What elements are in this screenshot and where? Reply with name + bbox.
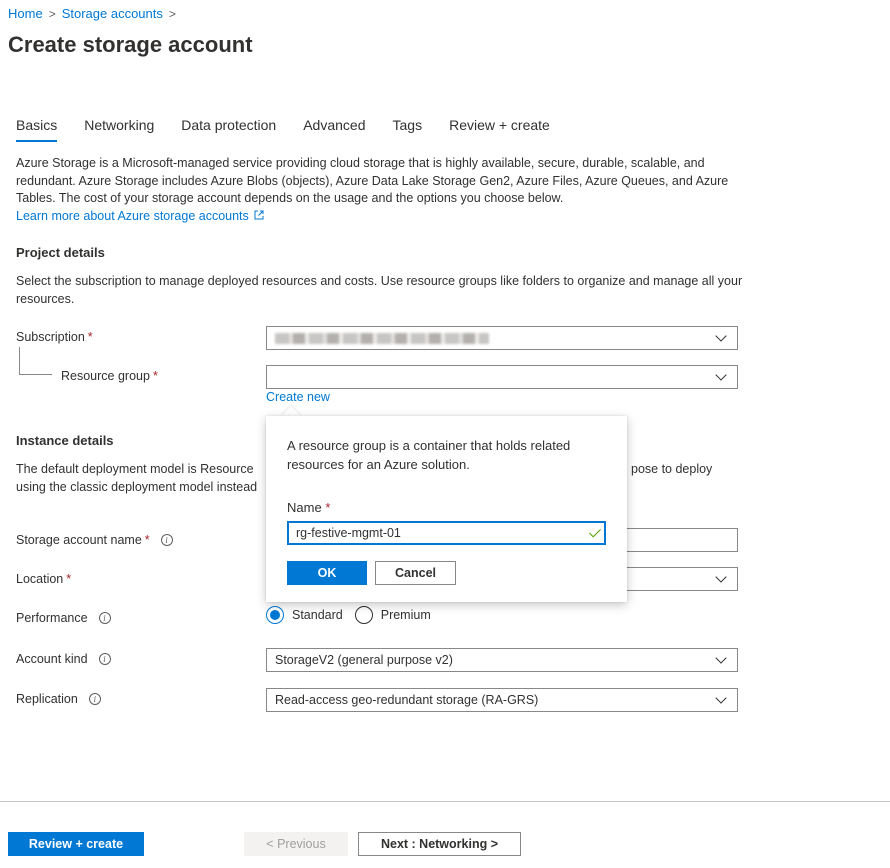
tab-bar: Basics Networking Data protection Advanc… (16, 117, 577, 142)
tab-data-protection[interactable]: Data protection (181, 117, 276, 142)
instance-desc-right: pose to deploy (631, 462, 713, 476)
required-asterisk: * (325, 500, 331, 515)
subscription-value-redacted (275, 332, 489, 344)
learn-more-label: Learn more about Azure storage accounts (16, 208, 249, 223)
subscription-label: Subscription * (16, 330, 93, 344)
resource-group-name-value: rg-festive-mgmt-01 (296, 526, 401, 540)
cancel-button[interactable]: Cancel (375, 561, 456, 585)
account-kind-label: Account kind i (16, 652, 111, 666)
performance-radio-group: Standard Premium (266, 606, 431, 624)
required-asterisk: * (87, 330, 93, 344)
breadcrumb: Home > Storage accounts > (8, 6, 176, 21)
info-icon[interactable]: i (160, 534, 173, 546)
external-link-icon (254, 210, 264, 219)
breadcrumb-home-link[interactable]: Home (8, 6, 43, 21)
review-create-button[interactable]: Review + create (8, 832, 144, 856)
chevron-down-icon (715, 652, 727, 664)
required-asterisk: * (152, 369, 158, 383)
instance-desc-left: The default deployment model is Resource… (16, 461, 276, 496)
location-label: Location * (16, 572, 71, 586)
subscription-label-text: Subscription (16, 330, 85, 344)
instance-desc-line1: The default deployment model is Resource (16, 462, 254, 476)
tab-review-create[interactable]: Review + create (449, 117, 550, 142)
required-asterisk: * (66, 572, 72, 586)
create-resource-group-popup: A resource group is a container that hol… (266, 416, 627, 602)
tab-tags[interactable]: Tags (393, 117, 423, 142)
checkmark-icon (588, 524, 602, 538)
page-title: Create storage account (8, 32, 253, 57)
tab-advanced[interactable]: Advanced (303, 117, 365, 142)
replication-value: Read-access geo-redundant storage (RA-GR… (275, 693, 539, 707)
project-details-heading: Project details (16, 245, 105, 260)
location-label-text: Location (16, 572, 64, 586)
learn-more-link[interactable]: Learn more about Azure storage accounts (16, 209, 264, 223)
project-details-desc: Select the subscription to manage deploy… (16, 274, 743, 306)
info-icon[interactable]: i (98, 653, 111, 665)
intro-description: Azure Storage is a Microsoft-managed ser… (16, 156, 729, 205)
account-kind-value: StorageV2 (general purpose v2) (275, 653, 453, 667)
replication-dropdown[interactable]: Read-access geo-redundant storage (RA-GR… (266, 688, 738, 712)
resource-group-label-text: Resource group (61, 369, 150, 383)
chevron-down-icon (715, 571, 727, 583)
tab-networking[interactable]: Networking (84, 117, 154, 142)
subscription-dropdown[interactable] (266, 326, 738, 350)
popup-description: A resource group is a container that hol… (287, 438, 571, 472)
performance-label-text: Performance (16, 611, 88, 625)
storage-name-label: Storage account name * i (16, 533, 173, 547)
instance-details-heading: Instance details (16, 433, 114, 448)
tab-basics[interactable]: Basics (16, 117, 58, 142)
info-icon[interactable]: i (88, 693, 101, 705)
performance-label: Performance i (16, 611, 111, 625)
radio-premium-label: Premium (380, 608, 431, 622)
chevron-down-icon (715, 330, 727, 342)
account-kind-label-text: Account kind (16, 652, 88, 666)
replication-label: Replication i (16, 692, 101, 706)
next-networking-button[interactable]: Next : Networking > (358, 832, 521, 856)
chevron-right-icon: > (168, 6, 176, 21)
chevron-right-icon: > (48, 6, 56, 21)
chevron-down-icon (715, 369, 727, 381)
tree-connector (19, 347, 52, 375)
ok-button[interactable]: OK (287, 561, 367, 585)
account-kind-dropdown[interactable]: StorageV2 (general purpose v2) (266, 648, 738, 672)
popup-name-label: Name * (287, 500, 330, 515)
create-new-link[interactable]: Create new (266, 390, 330, 404)
chevron-down-icon (715, 692, 727, 704)
required-asterisk: * (144, 533, 150, 547)
breadcrumb-storage-link[interactable]: Storage accounts (62, 6, 163, 21)
radio-premium[interactable] (354, 606, 373, 624)
footer-divider (0, 801, 890, 802)
previous-button[interactable]: < Previous (244, 832, 348, 856)
info-icon[interactable]: i (98, 612, 111, 624)
storage-name-label-text: Storage account name (16, 533, 142, 547)
resource-group-label: Resource group * (61, 369, 158, 383)
radio-standard[interactable] (266, 606, 284, 624)
replication-label-text: Replication (16, 692, 78, 706)
resource-group-name-input[interactable]: rg-festive-mgmt-01 (287, 521, 606, 545)
instance-desc-line2: using the classic deployment model inste… (16, 479, 258, 494)
popup-name-label-text: Name (287, 500, 322, 515)
resource-group-dropdown[interactable] (266, 365, 738, 389)
radio-standard-label: Standard (292, 608, 343, 622)
intro-text: Azure Storage is a Microsoft-managed ser… (16, 155, 746, 225)
